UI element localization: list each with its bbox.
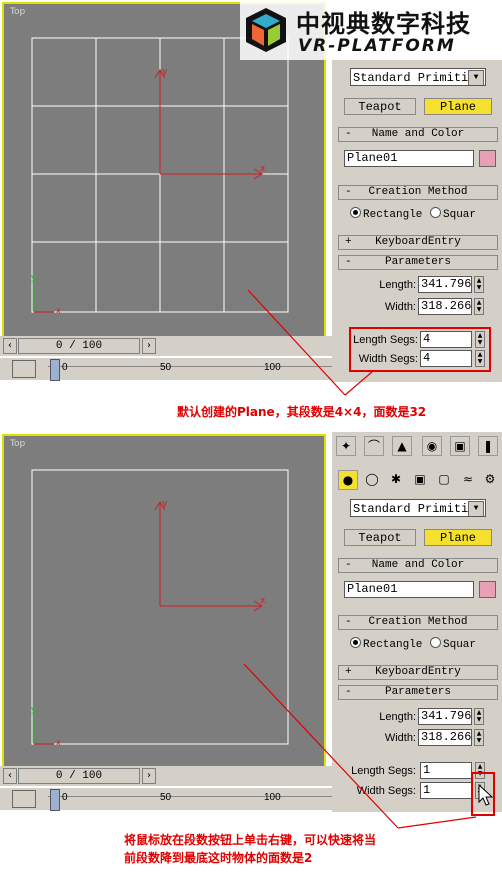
bottom-caption-line1: 将鼠标放在段数按钮上单击右键，可以快速将当 (124, 833, 377, 847)
bottom-annotation-lines (243, 663, 477, 829)
top-annotation-lines (247, 289, 373, 396)
top-screenshot: Top y x x y 中视典数字科技 VR-PLATFORM ‹ 0 / 10… (0, 0, 502, 419)
bottom-caption-line2: 前段数降到最底这时物体的面数是2 (124, 851, 313, 865)
top-caption: 默认创建的Plane，其段数是4×4，面数是32 (177, 405, 427, 419)
bottom-screenshot: Top y x x y ‹ 0 / 100 › 0 50 100 ✦ ⌒ ▲ ◉… (0, 432, 502, 872)
